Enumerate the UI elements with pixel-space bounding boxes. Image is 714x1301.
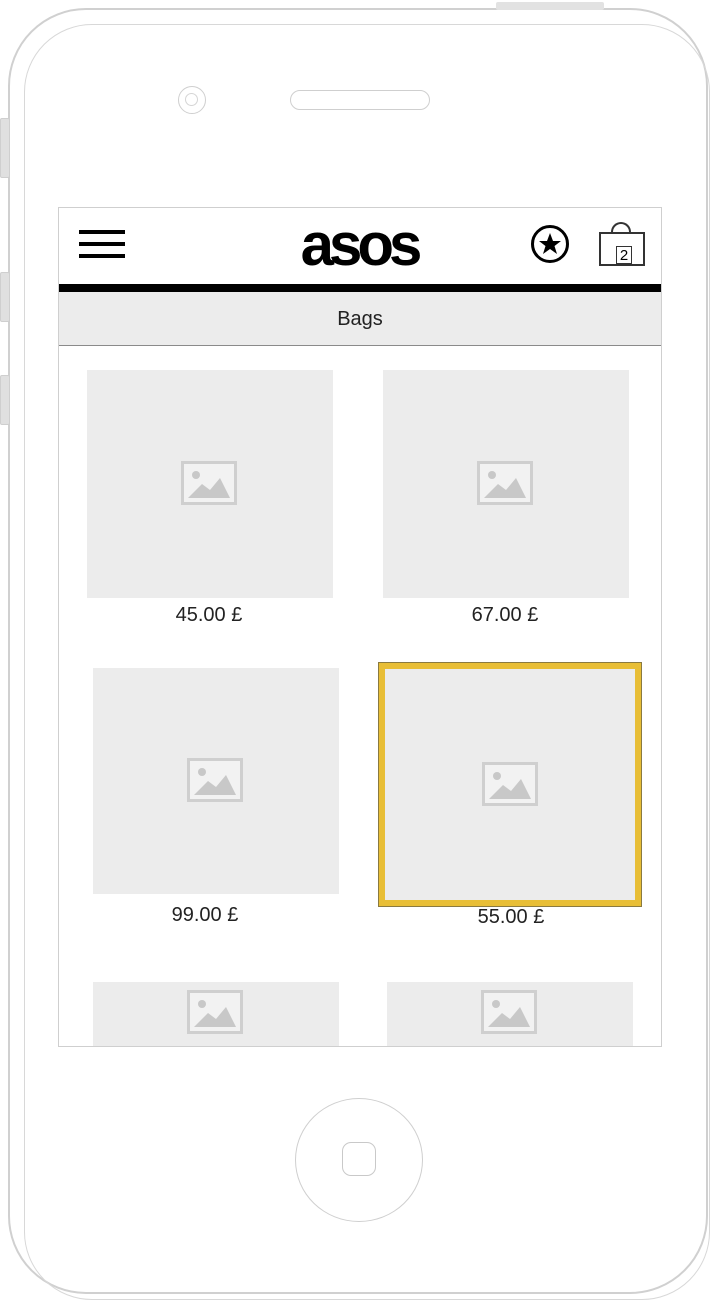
product-card-selected[interactable]: [378, 662, 642, 907]
mute-switch: [0, 118, 10, 178]
product-card[interactable]: [93, 982, 339, 1046]
home-square-icon: [342, 1142, 376, 1176]
product-price: 45.00 £: [175, 604, 243, 626]
cart-count-badge: 2: [616, 246, 632, 264]
image-placeholder-icon: [187, 990, 243, 1034]
product-card[interactable]: [387, 982, 633, 1046]
shopping-bag-icon[interactable]: 2: [597, 222, 647, 268]
product-card[interactable]: [87, 370, 333, 598]
image-placeholder-icon: [187, 758, 243, 802]
header-divider: [59, 284, 661, 292]
volume-down-button: [0, 375, 10, 425]
app-screen: asos 2 Bags 45.00 £ 67.00 £ 99.00 £ 55.0…: [58, 207, 662, 1047]
app-header: asos 2: [59, 208, 661, 284]
product-price: 67.00 £: [471, 604, 539, 626]
volume-up-button: [0, 272, 10, 322]
front-camera-icon: [178, 86, 206, 114]
image-placeholder-icon: [482, 762, 538, 806]
image-placeholder-icon: [181, 461, 237, 505]
asos-logo[interactable]: asos: [269, 210, 449, 280]
power-button: [496, 2, 604, 10]
product-card[interactable]: [383, 370, 629, 598]
product-price: 99.00 £: [171, 904, 239, 926]
product-price: 55.00 £: [477, 906, 545, 928]
category-title: Bags: [59, 292, 661, 346]
speaker-grille: [290, 90, 430, 110]
product-card[interactable]: [93, 668, 339, 894]
favorites-star-icon[interactable]: [531, 225, 569, 263]
home-button[interactable]: [295, 1098, 423, 1222]
hamburger-menu-icon[interactable]: [79, 228, 127, 262]
image-placeholder-icon: [477, 461, 533, 505]
image-placeholder-icon: [481, 990, 537, 1034]
